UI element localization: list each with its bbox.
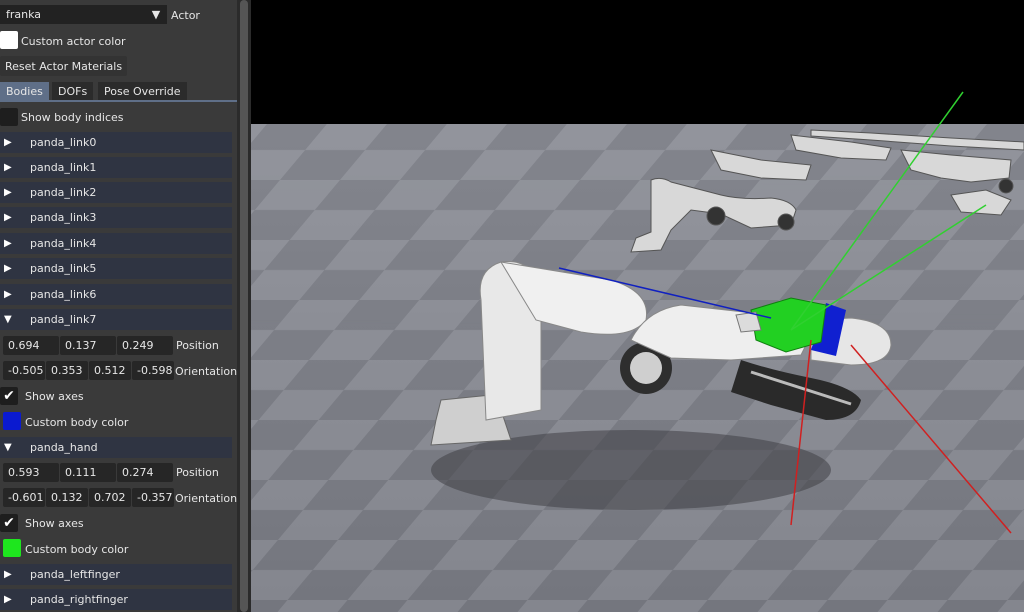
tree-node-panda-leftfinger[interactable]: ▶ panda_leftfinger [0,564,232,585]
orientation-z-field[interactable]: 0.702 [89,488,131,507]
3d-viewport[interactable] [251,0,1024,612]
triangle-right-icon: ▶ [4,162,12,173]
actor-dropdown-value: franka [6,8,42,21]
checkmark-icon: ✔ [3,515,15,531]
body-color-swatch[interactable] [3,412,21,430]
tab-bodies[interactable]: Bodies [0,82,49,100]
position-y-field[interactable]: 0.111 [60,463,116,482]
position-x-field[interactable]: 0.694 [3,336,59,355]
orientation-label: Orientation [175,365,237,378]
tree-node-panda-link7[interactable]: ▼ panda_link7 [0,309,232,330]
actor-label: Actor [171,9,200,22]
triangle-down-icon: ▼ [4,314,12,325]
triangle-right-icon: ▶ [4,569,12,580]
triangle-right-icon: ▶ [4,187,12,198]
position-y-field[interactable]: 0.137 [60,336,116,355]
position-label: Position [176,466,219,479]
tree-node-label: panda_link7 [30,313,97,326]
tree-node-label: panda_link5 [30,262,97,275]
triangle-right-icon: ▶ [4,263,12,274]
sky-background [251,0,1024,124]
show-axes-checkbox[interactable]: ✔ [0,514,18,532]
tree-node-panda-rightfinger[interactable]: ▶ panda_rightfinger [0,589,232,610]
tab-underline [0,100,237,102]
tree-node-label: panda_link4 [30,237,97,250]
tree-node-label: panda_link2 [30,186,97,199]
tab-dofs[interactable]: DOFs [52,82,94,100]
scene-render [251,0,1024,612]
checkmark-icon: ✔ [3,388,15,404]
triangle-right-icon: ▶ [4,137,12,148]
orientation-y-field[interactable]: 0.353 [46,361,88,380]
triangle-right-icon: ▶ [4,289,12,300]
orientation-z-field[interactable]: 0.512 [89,361,131,380]
orientation-label: Orientation [175,492,237,505]
tree-node-panda-link6[interactable]: ▶ panda_link6 [0,284,232,305]
orientation-x-field[interactable]: -0.601 [3,488,45,507]
custom-body-color-label: Custom body color [25,416,129,429]
orientation-w-field[interactable]: -0.357 [132,488,174,507]
custom-actor-color-swatch[interactable] [0,31,18,49]
reset-actor-materials-button[interactable]: Reset Actor Materials [0,56,128,76]
tree-node-panda-link4[interactable]: ▶ panda_link4 [0,233,232,254]
tree-node-panda-link0[interactable]: ▶ panda_link0 [0,132,232,153]
tree-node-label: panda_link1 [30,161,97,174]
tab-pose-override[interactable]: Pose Override [98,82,187,100]
tree-node-panda-hand[interactable]: ▼ panda_hand [0,437,232,458]
show-axes-checkbox[interactable]: ✔ [0,387,18,405]
show-axes-label: Show axes [25,390,84,403]
position-x-field[interactable]: 0.593 [3,463,59,482]
tree-node-label: panda_link0 [30,136,97,149]
position-label: Position [176,339,219,352]
triangle-down-icon: ▼ [4,442,12,453]
tree-node-panda-link5[interactable]: ▶ panda_link5 [0,258,232,279]
orientation-x-field[interactable]: -0.505 [3,361,45,380]
custom-body-color-label: Custom body color [25,543,129,556]
tree-node-label: panda_leftfinger [30,568,120,581]
triangle-right-icon: ▶ [4,594,12,605]
tree-node-label: panda_link6 [30,288,97,301]
body-color-swatch[interactable] [3,539,21,557]
orientation-y-field[interactable]: 0.132 [46,488,88,507]
panel-scrollbar[interactable] [237,0,251,612]
tree-node-label: panda_rightfinger [30,593,128,606]
orientation-w-field[interactable]: -0.598 [132,361,174,380]
position-z-field[interactable]: 0.249 [117,336,173,355]
scrollbar-thumb[interactable] [240,0,248,612]
tree-node-label: panda_link3 [30,211,97,224]
tree-node-panda-link1[interactable]: ▶ panda_link1 [0,157,232,178]
properties-panel: franka ▼ Actor Custom actor color Reset … [0,0,237,612]
triangle-right-icon: ▶ [4,212,12,223]
triangle-right-icon: ▶ [4,238,12,249]
actor-dropdown[interactable]: franka ▼ [0,5,167,24]
show-body-indices-checkbox[interactable] [0,108,18,126]
tree-node-panda-link3[interactable]: ▶ panda_link3 [0,207,232,228]
show-axes-label: Show axes [25,517,84,530]
tree-node-panda-link2[interactable]: ▶ panda_link2 [0,182,232,203]
chevron-down-icon: ▼ [151,8,161,21]
tree-node-label: panda_hand [30,441,98,454]
position-z-field[interactable]: 0.274 [117,463,173,482]
show-body-indices-label: Show body indices [21,111,124,124]
custom-actor-color-label: Custom actor color [21,35,126,48]
